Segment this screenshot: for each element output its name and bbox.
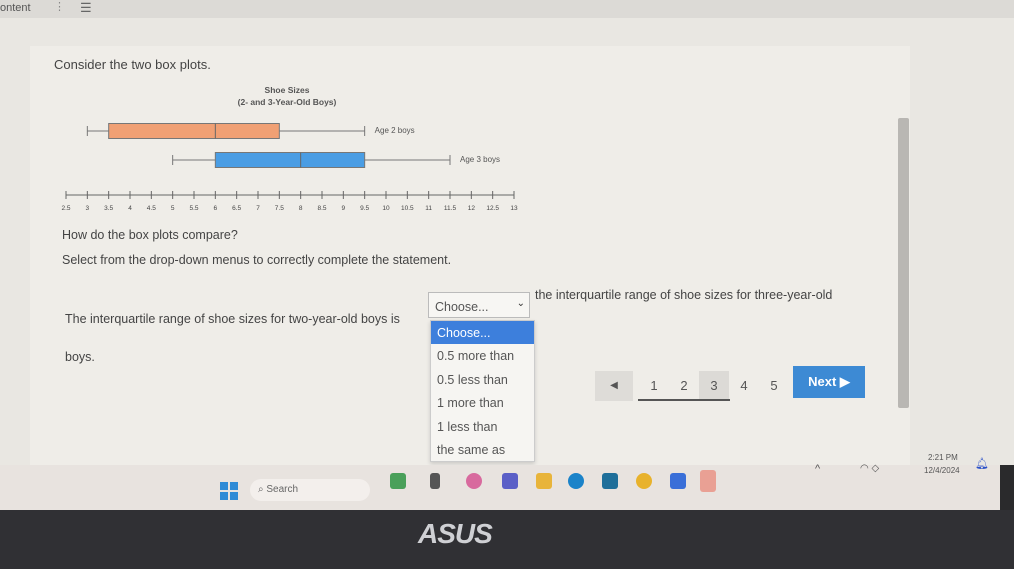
search-placeholder: Search: [266, 484, 299, 495]
statement-end: boys.: [65, 350, 95, 364]
page-3[interactable]: 3: [699, 371, 729, 401]
next-button[interactable]: Next ▶: [793, 366, 865, 398]
x-tick-label: 9: [342, 205, 346, 212]
dropdown-menu: Choose... 0.5 more than 0.5 less than 1 …: [430, 320, 535, 463]
menu-icon[interactable]: ☰: [80, 0, 92, 16]
iqr-comparison-dropdown[interactable]: Choose... ⌄: [428, 292, 530, 318]
wifi-icon[interactable]: ◠ ◇: [860, 463, 879, 474]
page-5[interactable]: 5: [759, 371, 789, 401]
store-icon[interactable]: [602, 473, 618, 489]
x-tick-label: 7.5: [275, 205, 284, 212]
app-icon[interactable]: [390, 473, 406, 489]
dropdown-option[interactable]: the same as: [431, 438, 534, 461]
x-tick-label: 13: [510, 205, 518, 212]
clock-time[interactable]: 2:21 PM: [928, 453, 958, 462]
statement-after: the interquartile range of shoe sizes fo…: [535, 288, 833, 302]
iqr-box: [214, 152, 366, 168]
x-tick-label: 12.5: [486, 205, 499, 212]
page-4[interactable]: 4: [729, 371, 759, 401]
page-1[interactable]: 1: [639, 371, 669, 401]
box-plot-chart: Shoe Sizes (2- and 3-Year-Old Boys) Age 2 …: [61, 85, 518, 212]
series-label: Age 3 boys: [460, 155, 500, 164]
browser-topbar: ontent ⋮ ☰: [0, 0, 1014, 18]
x-tick-label: 9.5: [360, 205, 369, 212]
x-tick-label: 6: [214, 205, 218, 212]
calculator-icon[interactable]: [700, 470, 716, 492]
taskbar-search[interactable]: ⌕ Search: [250, 479, 370, 501]
dropdown-option[interactable]: 1 more than: [431, 391, 534, 414]
edge-icon[interactable]: [568, 473, 584, 489]
dropdown-option[interactable]: Choose...: [431, 321, 534, 345]
app-icon[interactable]: [430, 473, 440, 489]
instruction-text: Select from the drop-down menus to corre…: [62, 253, 452, 267]
more-icon[interactable]: ⋮: [54, 0, 65, 13]
x-tick-label: 6.5: [232, 205, 241, 212]
laptop-bezel: [0, 510, 1014, 569]
tray-chevron-icon[interactable]: ^: [815, 463, 820, 475]
x-tick-label: 5: [171, 205, 175, 212]
dropdown-value: Choose...: [435, 300, 489, 314]
x-tick-label: 12: [468, 205, 476, 212]
statement-before: The interquartile range of shoe sizes fo…: [65, 312, 400, 326]
dropdown-option[interactable]: 1 less than: [431, 415, 534, 438]
iqr-box: [108, 123, 280, 139]
x-tick-label: 8: [299, 205, 303, 212]
chart-subtitle: (2- and 3-Year-Old Boys): [238, 97, 337, 107]
notification-bell-icon[interactable]: 🔔︎: [975, 457, 989, 470]
chrome-icon[interactable]: [636, 473, 652, 489]
x-tick-label: 3.5: [104, 205, 113, 212]
x-tick-label: 10.5: [401, 205, 414, 212]
dropdown-option[interactable]: 0.5 more than: [431, 344, 534, 367]
x-tick-label: 11: [425, 205, 432, 212]
x-tick-label: 3: [86, 205, 90, 212]
intro-text: Consider the two box plots.: [54, 57, 211, 72]
teams-icon[interactable]: [502, 473, 518, 489]
x-tick-label: 2.5: [61, 205, 70, 212]
chart-title: Shoe Sizes: [265, 85, 310, 95]
series-label: Age 2 boys: [375, 126, 415, 135]
prompt-text: How do the box plots compare?: [62, 228, 238, 242]
dropdown-option[interactable]: 0.5 less than: [431, 368, 534, 391]
x-tick-label: 8.5: [317, 205, 326, 212]
page-progress-line: [638, 399, 730, 401]
tab-title: ontent: [0, 2, 31, 14]
x-tick-label: 11.5: [444, 205, 457, 212]
x-tick-label: 5.5: [189, 205, 198, 212]
app-icon[interactable]: [670, 473, 686, 489]
x-tick-label: 4.5: [147, 205, 156, 212]
previous-page-button[interactable]: ◀: [595, 371, 633, 401]
windows-start-icon[interactable]: [220, 482, 238, 500]
scrollbar[interactable]: [898, 118, 909, 408]
taskbar: ⌕ Search ^ ◠ ◇ 2:21 PM 12/4/2024 🔔︎: [0, 453, 1000, 510]
chevron-down-icon: ⌄: [516, 298, 525, 309]
x-tick-label: 10: [382, 205, 390, 212]
page-2[interactable]: 2: [669, 371, 699, 401]
clock-date[interactable]: 12/4/2024: [924, 466, 960, 475]
x-tick-label: 4: [128, 205, 132, 212]
copilot-icon[interactable]: [466, 473, 482, 489]
asus-logo: ASUS: [418, 518, 493, 549]
x-tick-label: 7: [256, 205, 260, 212]
folder-icon[interactable]: [536, 473, 552, 489]
